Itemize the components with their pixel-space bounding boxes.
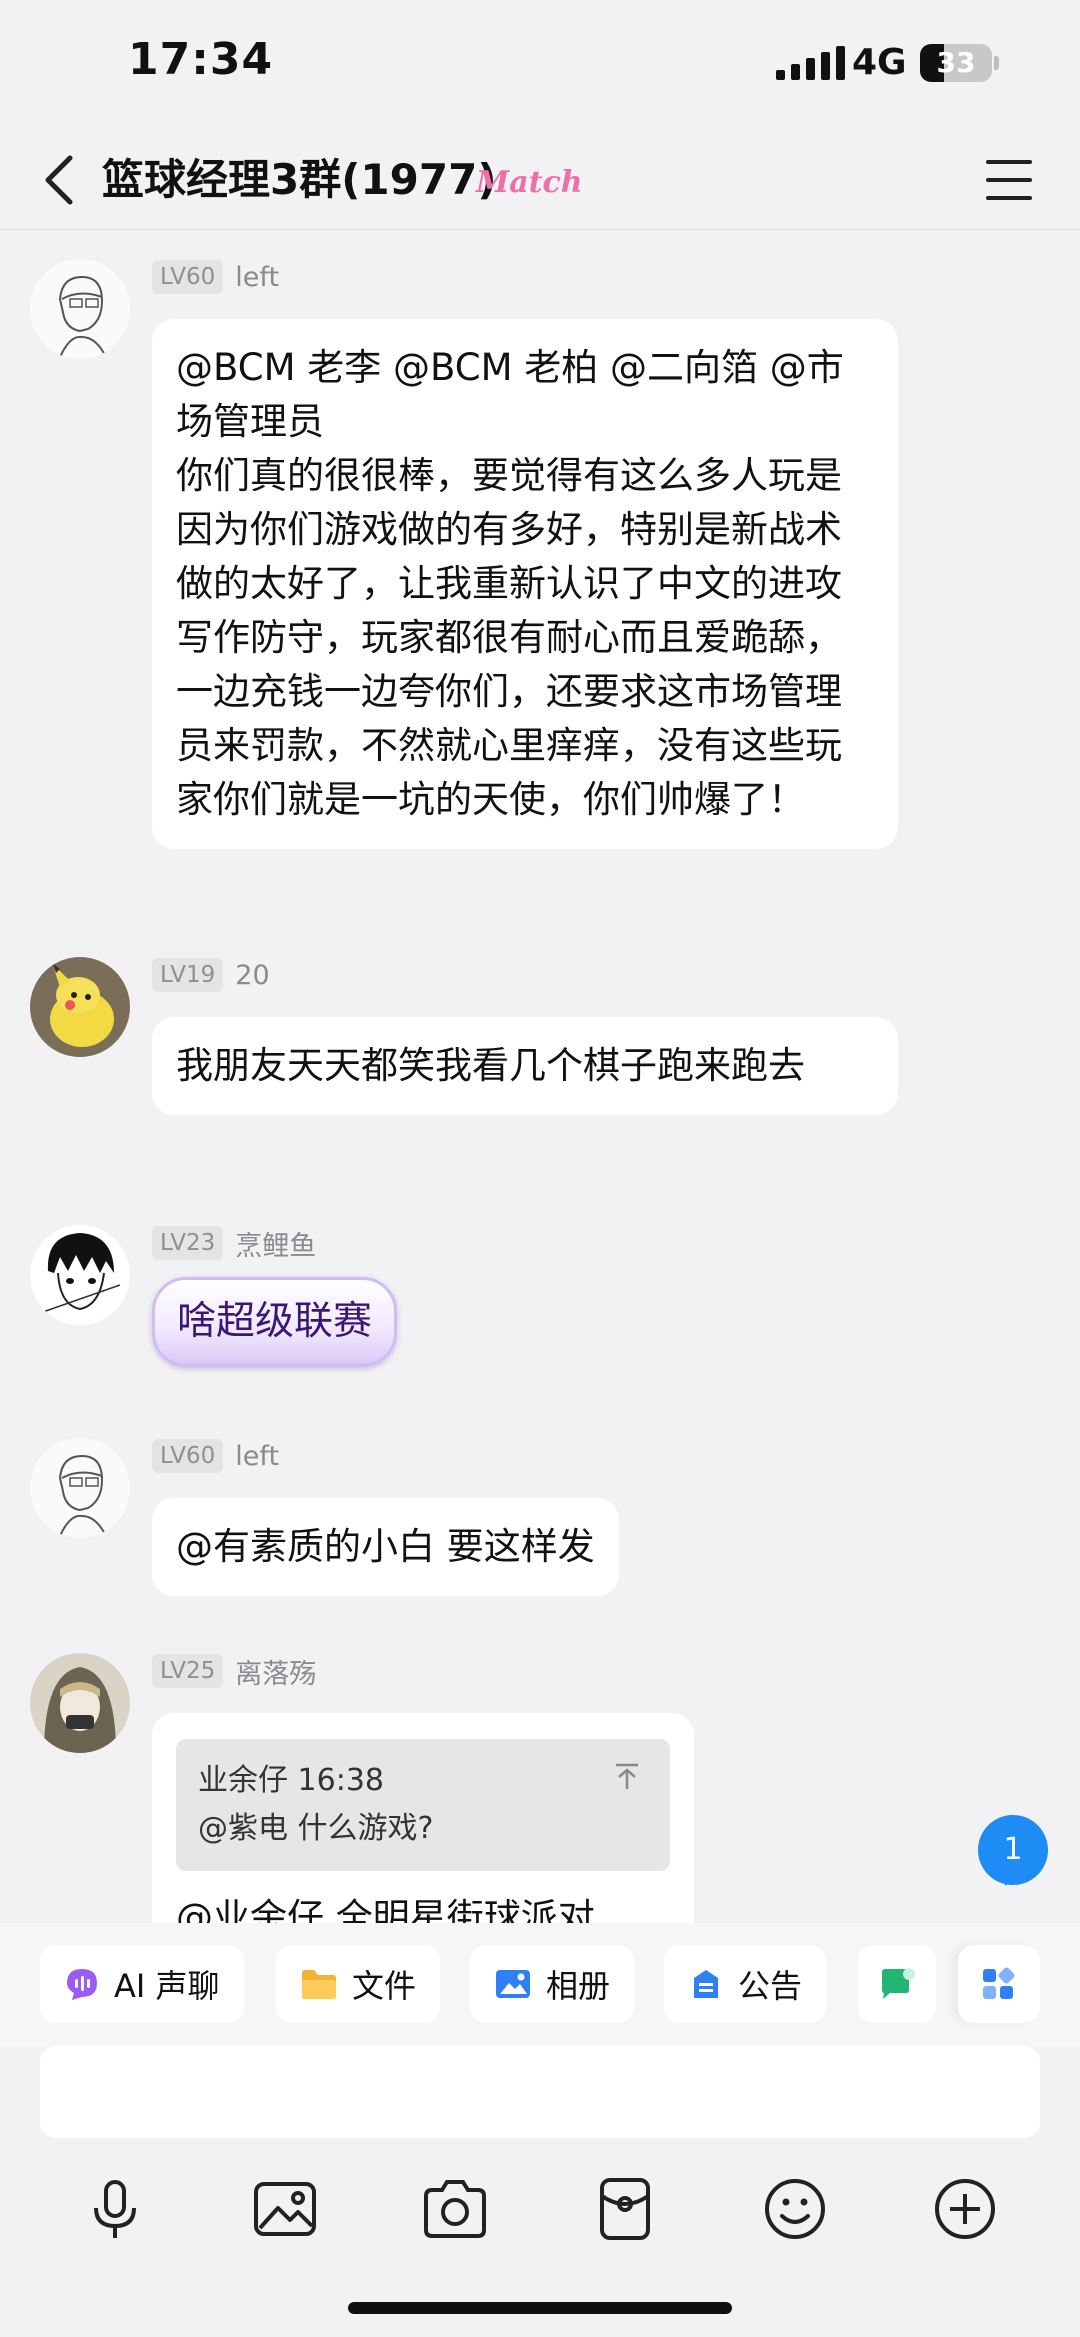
signal-strength-icon [776, 46, 845, 80]
quote-text: @紫电 什么游戏? [198, 1811, 434, 1846]
quick-action-bar: AI 声聊 文件 相册 公告 [0, 1923, 1080, 2047]
sender-name[interactable]: 20 [235, 960, 269, 991]
ai-voice-chat-button[interactable]: AI 声聊 [40, 1945, 244, 2023]
quoted-message[interactable]: 业余仔 16:38 @紫电 什么游戏? [176, 1739, 670, 1871]
folder-icon [302, 1970, 336, 1999]
home-indicator[interactable] [348, 2302, 732, 2314]
sketch-portrait-avatar[interactable] [30, 259, 130, 359]
level-badge: LV19 [152, 958, 224, 992]
status-bar: 17:34 4G 33 [0, 0, 1080, 130]
message-meta: LV19 20 [152, 957, 270, 993]
status-time: 17:34 [128, 34, 274, 85]
battery-icon: 33 [920, 44, 992, 82]
message-item: LV25 离落殇 业余仔 16:38 @紫电 什么游戏? @业余仔 全明星街球派… [0, 1653, 1080, 1923]
sender-name[interactable]: 离落殇 [235, 1652, 316, 1691]
chat-list[interactable]: LV60 left @BCM 老李 @BCM 老柏 @二向箔 @市场管理员 你们… [0, 231, 1080, 1923]
quote-author-time: 业余仔 16:38 [198, 1763, 384, 1798]
sketch-portrait-avatar[interactable] [30, 1438, 130, 1538]
match-tag: Match [476, 165, 583, 200]
battery-tip [994, 56, 999, 70]
quick-action-label: AI 声聊 [114, 1967, 220, 2005]
message-bubble[interactable]: @BCM 老李 @BCM 老柏 @二向箔 @市场管理员 你们真的很很棒，要觉得有… [152, 319, 898, 849]
message-meta: LV25 离落殇 [152, 1652, 316, 1691]
message-item: LV19 20 我朋友天天都笑我看几个棋子跑来跑去 [0, 957, 1080, 1187]
jump-to-quote-icon[interactable] [612, 1761, 642, 1791]
chat-plus-icon [882, 1968, 915, 1999]
app-grid-button[interactable] [958, 1945, 1040, 2023]
menu-icon [986, 160, 1032, 164]
album-button[interactable]: 相册 [470, 1945, 635, 2023]
network-type: 4G [852, 42, 907, 83]
message-bubble[interactable]: @有素质的小白 要这样发 [152, 1498, 619, 1596]
hooded-girl-avatar[interactable] [30, 1653, 130, 1753]
sender-name[interactable]: left [235, 262, 279, 293]
message-meta: LV23 烹鲤鱼 [152, 1224, 316, 1263]
announcement-button[interactable]: 公告 [664, 1945, 827, 2023]
menu-button[interactable] [982, 152, 1038, 208]
manga-boy-avatar[interactable] [30, 1225, 130, 1325]
message-bubble[interactable]: 啥超级联赛 [152, 1277, 398, 1367]
message-item: LV60 left @BCM 老李 @BCM 老柏 @二向箔 @市场管理员 你们… [0, 259, 1080, 899]
input-toolbar [0, 2160, 1080, 2260]
image-icon[interactable] [250, 2174, 320, 2244]
more-quick-action-button[interactable] [858, 1945, 936, 2023]
back-button[interactable] [30, 148, 94, 212]
message-item: LV60 left @有素质的小白 要这样发 [0, 1438, 1080, 1608]
level-badge: LV23 [152, 1226, 224, 1260]
chat-header: 篮球经理3群(1977) Match [0, 130, 1080, 230]
sender-name[interactable]: left [235, 1441, 279, 1472]
battery-level: 33 [936, 46, 976, 79]
sender-name[interactable]: 烹鲤鱼 [235, 1224, 316, 1263]
red-packet-icon[interactable] [590, 2174, 660, 2244]
message-bubble[interactable]: 业余仔 16:38 @紫电 什么游戏? @业余仔 全明星街球派对 [152, 1713, 694, 1923]
message-item: LV23 烹鲤鱼 啥超级联赛 [0, 1225, 1080, 1395]
unread-badge-tail [996, 1872, 1016, 1886]
yellow-plush-avatar[interactable] [30, 957, 130, 1057]
microphone-icon[interactable] [80, 2174, 150, 2244]
quick-action-label: 公告 [738, 1967, 803, 2005]
group-title[interactable]: 篮球经理3群(1977) [102, 150, 497, 210]
emoji-icon[interactable] [760, 2174, 830, 2244]
album-icon [496, 1970, 530, 1998]
reply-text: @业余仔 全明星街球派对 [176, 1896, 595, 1923]
camera-icon[interactable] [420, 2174, 490, 2244]
level-badge: LV25 [152, 1654, 224, 1688]
app-grid-icon [983, 1967, 1015, 1999]
announcement-icon [694, 1970, 718, 1998]
message-meta: LV60 left [152, 1438, 279, 1474]
plus-icon[interactable] [930, 2174, 1000, 2244]
level-badge: LV60 [152, 260, 224, 294]
message-meta: LV60 left [152, 259, 279, 295]
ai-voice-icon [67, 1969, 97, 2000]
message-input[interactable] [40, 2046, 1040, 2138]
level-badge: LV60 [152, 1439, 224, 1473]
chevron-left-icon [45, 155, 73, 205]
message-bubble[interactable]: 我朋友天天都笑我看几个棋子跑来跑去 [152, 1017, 898, 1115]
file-button[interactable]: 文件 [276, 1945, 441, 2023]
quick-action-label: 文件 [352, 1967, 417, 2005]
quick-action-label: 相册 [546, 1967, 611, 2005]
